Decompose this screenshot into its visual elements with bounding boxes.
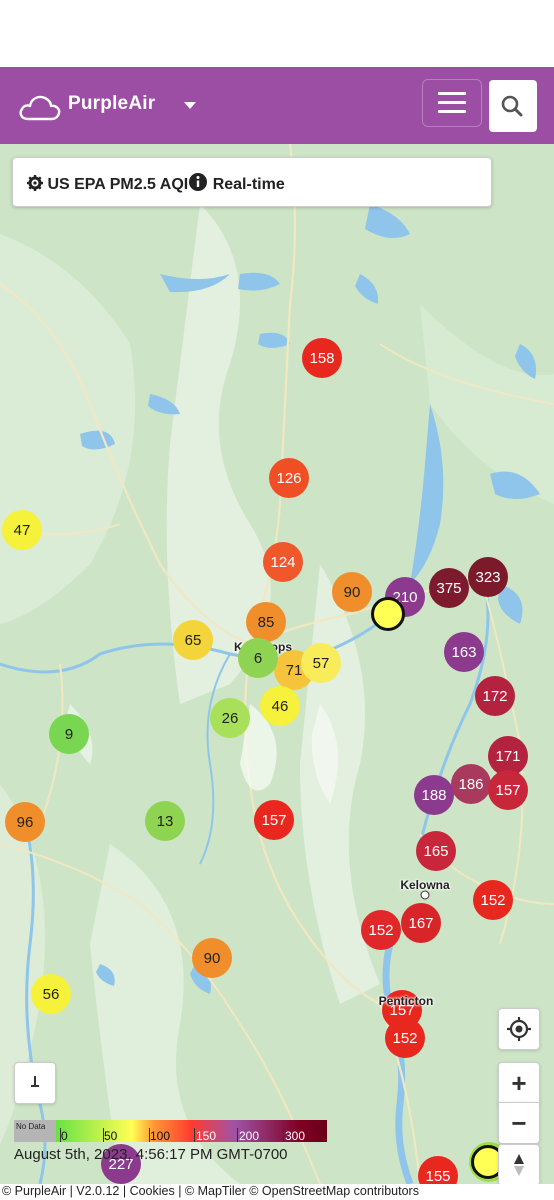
sensor-marker[interactable]: 163 [444, 632, 484, 672]
sensor-marker[interactable]: 124 [263, 542, 303, 582]
sensor-marker[interactable]: 13 [145, 801, 185, 841]
sensor-marker[interactable]: 375 [429, 568, 469, 608]
locate-icon [507, 1017, 531, 1041]
sensor-marker[interactable]: 157 [254, 800, 294, 840]
legend-tick: 50 [104, 1129, 118, 1143]
menu-button[interactable] [422, 79, 482, 127]
sensor-marker-ring[interactable] [371, 597, 405, 631]
sensor-marker[interactable]: 167 [401, 903, 441, 943]
cloud-logo-icon[interactable] [18, 91, 62, 123]
zoom-in-button[interactable]: + [498, 1062, 540, 1104]
info-icon[interactable] [188, 172, 208, 192]
legend-tick: 150 [196, 1129, 217, 1143]
zoom-out-icon: − [511, 1107, 527, 1138]
sensor-marker[interactable]: 57 [301, 643, 341, 683]
sensor-marker[interactable]: 186 [451, 764, 491, 804]
sensor-marker[interactable]: 188 [414, 775, 454, 815]
map-attribution: © PurpleAir | V2.0.12 | Cookies | © MapT… [0, 1184, 554, 1200]
top-bar: PurpleAir [0, 67, 554, 144]
pin-icon [31, 1076, 39, 1087]
sensor-marker[interactable]: 46 [260, 686, 300, 726]
sensor-marker[interactable]: 157 [488, 770, 528, 810]
sensor-marker[interactable]: 26 [210, 698, 250, 738]
sensor-marker[interactable]: 152 [361, 910, 401, 950]
sensor-marker[interactable]: 65 [173, 620, 213, 660]
sensor-marker[interactable]: 96 [5, 802, 45, 842]
attribution-text[interactable]: © PurpleAir | V2.0.12 | Cookies | © MapT… [2, 1184, 419, 1198]
metric-selector[interactable]: US EPA PM2.5 AQI Real-time [12, 157, 492, 207]
map-view[interactable]: US EPA PM2.5 AQI Real-time Kamloops 1581… [0, 144, 554, 1184]
zoom-out-button[interactable]: − [498, 1102, 540, 1144]
legend-no-data: No Data [14, 1120, 56, 1142]
compass-button[interactable] [498, 1144, 540, 1184]
search-icon [501, 95, 523, 117]
sensor-marker[interactable]: 323 [468, 557, 508, 597]
sensor-marker[interactable]: 172 [475, 676, 515, 716]
brand-name[interactable]: PurpleAir [68, 93, 155, 115]
compass-icon [514, 1154, 524, 1176]
legend-tick: 100 [150, 1129, 171, 1143]
legend-tick: 300 [285, 1129, 306, 1143]
gear-icon[interactable] [27, 175, 43, 191]
pin-button[interactable] [14, 1062, 56, 1104]
sensor-marker[interactable]: 158 [302, 338, 342, 378]
legend-tick: 200 [239, 1129, 260, 1143]
locate-button[interactable] [498, 1008, 540, 1050]
sensor-marker[interactable]: 6 [238, 638, 278, 678]
sensor-marker[interactable]: 56 [31, 974, 71, 1014]
legend-tick: 0 [61, 1129, 68, 1143]
aqi-legend: No Data 0 50 100 150 200 300 [14, 1120, 327, 1143]
sensor-marker[interactable]: 126 [269, 458, 309, 498]
sensor-marker[interactable]: 90 [332, 572, 372, 612]
sensor-marker[interactable]: 90 [192, 938, 232, 978]
metric-label[interactable]: US EPA PM2.5 AQI [47, 176, 188, 193]
sensor-marker[interactable]: 165 [416, 831, 456, 871]
map-timestamp: August 5th, 2023, 4:56:17 PM GMT-0700 [14, 1146, 288, 1163]
caret-down-icon[interactable] [184, 102, 196, 109]
sensor-marker[interactable]: 152 [385, 1018, 425, 1058]
menu-icon [438, 92, 466, 95]
sensor-marker[interactable]: 85 [246, 602, 286, 642]
city-label-penticton: Penticton [378, 994, 434, 1008]
city-label-kelowna: Kelowna [400, 878, 450, 892]
sensor-marker[interactable]: 47 [2, 510, 42, 550]
sensor-marker[interactable]: 152 [473, 880, 513, 920]
search-button[interactable] [489, 80, 537, 132]
zoom-in-icon: + [511, 1067, 527, 1098]
mode-label[interactable]: Real-time [213, 176, 285, 193]
sensor-marker[interactable]: 9 [49, 714, 89, 754]
